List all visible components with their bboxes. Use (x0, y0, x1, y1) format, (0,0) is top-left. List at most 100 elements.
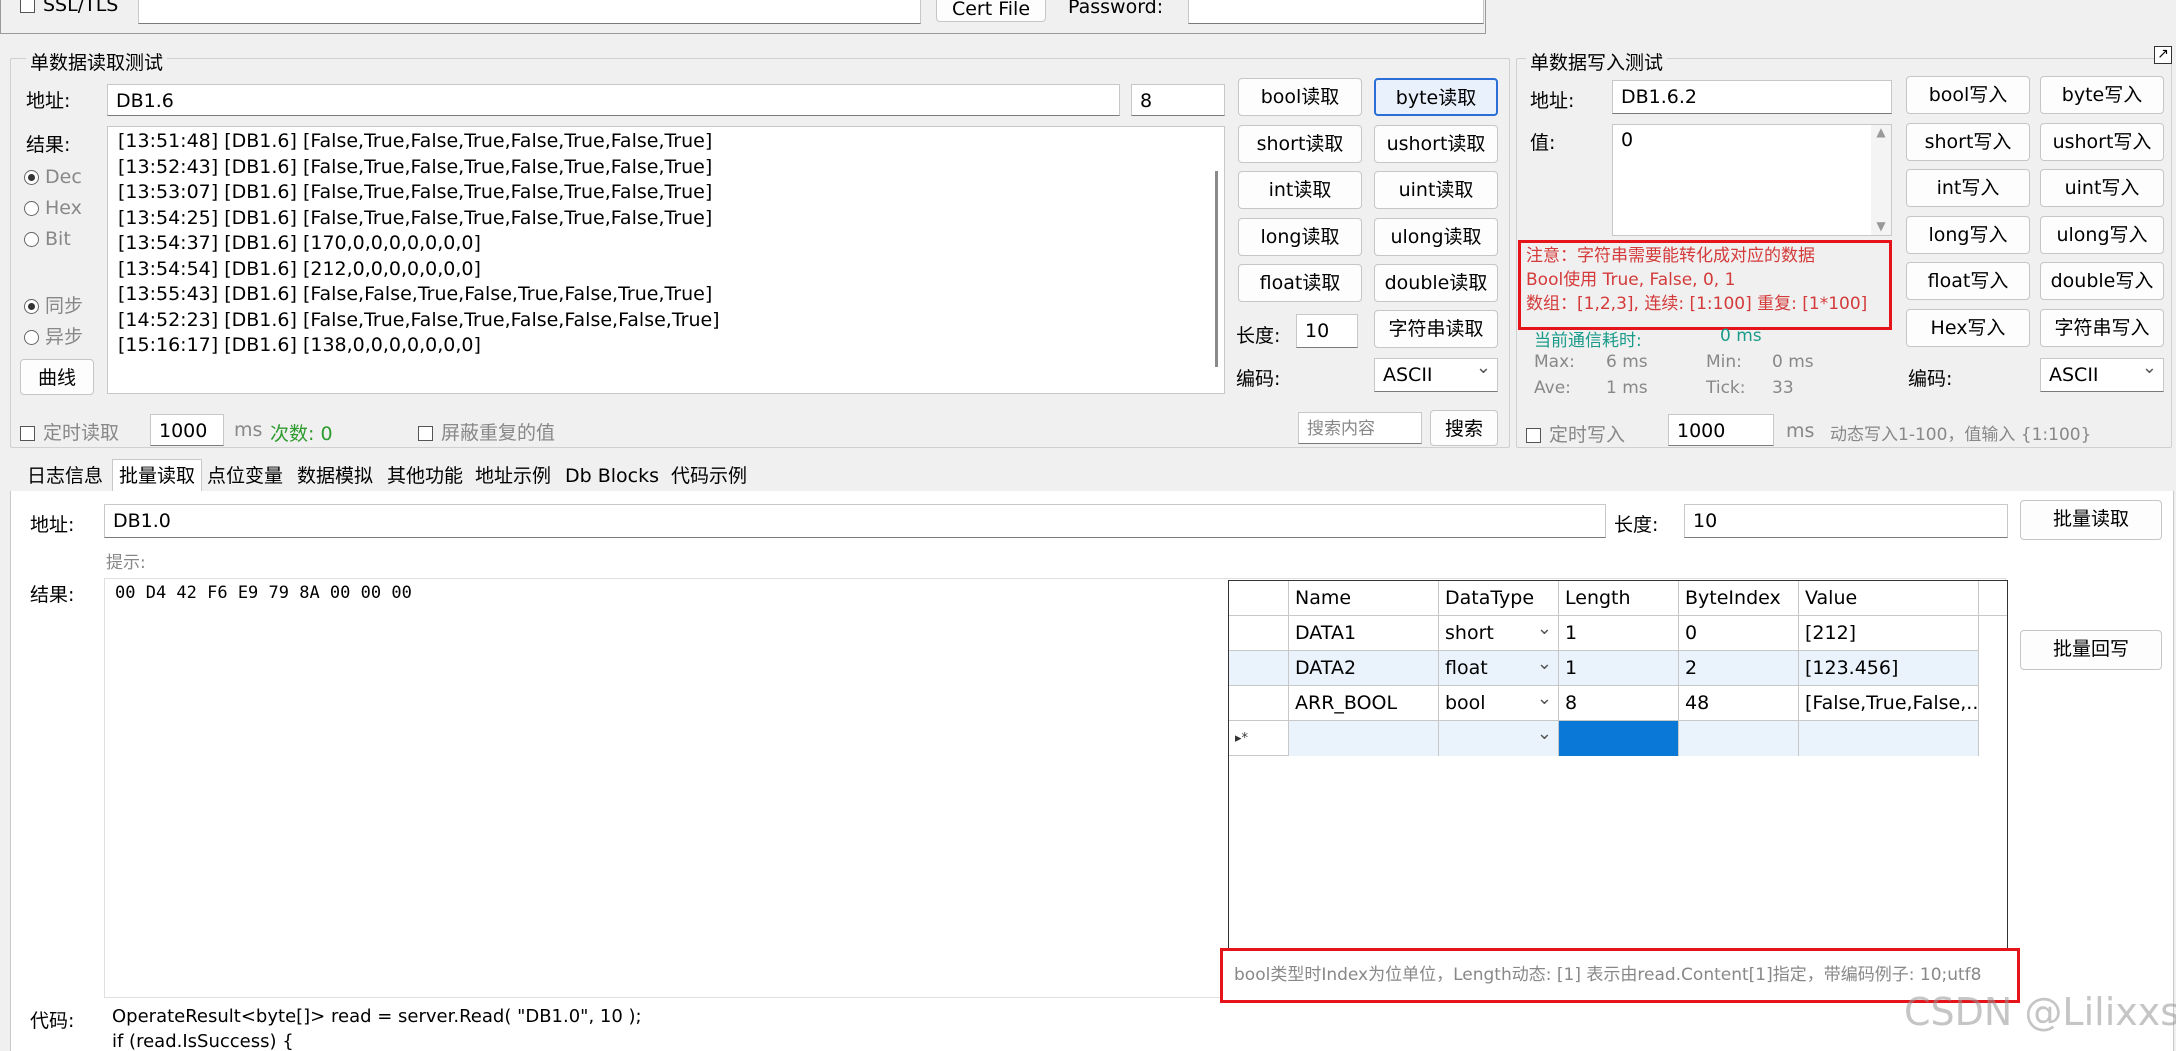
hide-duplicate-checkbox[interactable]: 屏蔽重复的值 (418, 418, 555, 445)
cell-index[interactable]: 0 (1679, 616, 1799, 651)
cell-index[interactable]: 2 (1679, 651, 1799, 686)
batch-length-input[interactable]: 10 (1684, 504, 2008, 538)
cell-type[interactable]: float (1439, 651, 1559, 686)
table-row[interactable]: DATA2float12[123.456] (1229, 651, 1979, 686)
write-bool-button[interactable]: bool写入 (1906, 76, 2030, 114)
radio-async[interactable]: 异步 (24, 322, 83, 349)
search-input[interactable]: 搜索内容 (1298, 412, 1422, 444)
write-long-button[interactable]: long写入 (1906, 215, 2030, 254)
read-length-field[interactable]: 10 (1296, 314, 1358, 348)
write-timer-input[interactable]: 1000 (1668, 414, 1774, 446)
read-bool-button[interactable]: bool读取 (1238, 78, 1362, 116)
cell-name[interactable]: ARR_BOOL (1289, 686, 1439, 721)
new-table-row[interactable]: ▸* (1229, 721, 1979, 756)
write-encoding-select[interactable]: ASCII (2040, 358, 2164, 392)
tab-5[interactable]: 地址示例 (468, 459, 558, 492)
read-address-input[interactable]: DB1.6 (107, 84, 1120, 116)
write-ulong-button[interactable]: ulong写入 (2040, 215, 2164, 254)
read-timer-input[interactable]: 1000 (150, 414, 224, 446)
tab-0[interactable]: 日志信息 (20, 459, 110, 492)
radio-hex[interactable]: Hex (24, 197, 82, 219)
cell-length[interactable]: 1 (1559, 651, 1679, 686)
new-cell-value[interactable] (1799, 721, 1979, 756)
write-string-button[interactable]: 字符串写入 (2040, 308, 2164, 347)
write-value-textarea[interactable]: 0 ▲ ▼ (1612, 124, 1892, 236)
read-double-button[interactable]: double读取 (1374, 264, 1498, 302)
cert-file-button[interactable]: Cert File (936, 0, 1046, 22)
cell-type[interactable]: short (1439, 616, 1559, 651)
password-input[interactable] (1188, 0, 1484, 24)
cell-type[interactable]: bool (1439, 686, 1559, 721)
batch-writeback-button[interactable]: 批量回写 (2020, 630, 2162, 670)
cell-length[interactable]: 1 (1559, 616, 1679, 651)
radio-dec[interactable]: Dec (24, 166, 82, 188)
cell-value[interactable]: [False,True,False,... (1799, 686, 1979, 721)
stats-max-value: 6 ms (1606, 352, 1648, 372)
new-cell-type[interactable] (1439, 721, 1559, 756)
read-byte-button[interactable]: byte读取 (1374, 78, 1498, 116)
ssl-checkbox[interactable]: SSL/TLS (20, 0, 118, 16)
batch-read-button[interactable]: 批量读取 (2020, 500, 2162, 540)
read-ulong-button[interactable]: ulong读取 (1374, 217, 1498, 256)
col-length[interactable]: Length (1559, 581, 1679, 616)
curve-button[interactable]: 曲线 (20, 359, 94, 395)
tab-6[interactable]: Db Blocks (558, 459, 666, 492)
radio-bit-indicator (24, 232, 39, 247)
read-ushort-button[interactable]: ushort读取 (1374, 124, 1498, 163)
col-byteindex[interactable]: ByteIndex (1679, 581, 1799, 616)
new-cell-length[interactable] (1559, 721, 1679, 756)
write-ushort-button[interactable]: ushort写入 (2040, 122, 2164, 161)
stats-tick-label: Tick: (1706, 378, 1746, 398)
read-uint-button[interactable]: uint读取 (1374, 171, 1498, 209)
read-string-button[interactable]: 字符串读取 (1374, 310, 1498, 348)
write-byte-button[interactable]: byte写入 (2040, 76, 2164, 114)
tab-3[interactable]: 数据模拟 (290, 459, 380, 492)
table-row[interactable]: DATA1short10[212] (1229, 616, 1979, 651)
read-short-button[interactable]: short读取 (1238, 124, 1362, 163)
cell-name[interactable]: DATA2 (1289, 651, 1439, 686)
ssl-path-input[interactable] (138, 0, 921, 24)
write-hint: 动态写入1-100，值输入 {1:100} (1830, 425, 2092, 445)
radio-hex-label: Hex (45, 197, 82, 219)
radio-async-label: 异步 (45, 326, 84, 348)
write-value-scrollbar[interactable]: ▲ ▼ (1871, 125, 1891, 235)
read-int-button[interactable]: int读取 (1238, 171, 1362, 209)
new-cell-name[interactable] (1289, 721, 1439, 756)
read-result-log[interactable]: [13:51:48] [DB1.6] [False,True,False,Tru… (107, 126, 1225, 394)
tab-1[interactable]: 批量读取 (112, 459, 203, 492)
write-short-button[interactable]: short写入 (1906, 122, 2030, 161)
tab-2[interactable]: 点位变量 (200, 459, 290, 492)
col-datatype[interactable]: DataType (1439, 581, 1559, 616)
cell-value[interactable]: [123.456] (1799, 651, 1979, 686)
cell-index[interactable]: 48 (1679, 686, 1799, 721)
col-name[interactable]: Name (1289, 581, 1439, 616)
write-address-input[interactable]: DB1.6.2 (1612, 80, 1892, 114)
radio-bit[interactable]: Bit (24, 228, 71, 250)
write-hex-button[interactable]: Hex写入 (1906, 308, 2030, 347)
search-button[interactable]: 搜索 (1430, 410, 1498, 446)
read-length-input[interactable]: 8 (1131, 84, 1225, 116)
tab-4[interactable]: 其他功能 (380, 459, 470, 492)
read-long-button[interactable]: long读取 (1238, 217, 1362, 256)
batch-data-grid[interactable]: Name DataType Length ByteIndex Value DAT… (1228, 580, 2008, 958)
radio-sync[interactable]: 同步 (24, 291, 83, 318)
read-log-scrollbar[interactable] (1215, 171, 1218, 367)
table-row[interactable]: ARR_BOOLbool848[False,True,False,... (1229, 686, 1979, 721)
tab-7[interactable]: 代码示例 (664, 459, 754, 492)
write-int-button[interactable]: int写入 (1906, 169, 2030, 207)
cell-name[interactable]: DATA1 (1289, 616, 1439, 651)
write-uint-button[interactable]: uint写入 (2040, 169, 2164, 207)
write-double-button[interactable]: double写入 (2040, 262, 2164, 300)
new-cell-index[interactable] (1679, 721, 1799, 756)
read-float-button[interactable]: float读取 (1238, 264, 1362, 302)
batch-address-input[interactable]: DB1.0 (104, 504, 1606, 538)
read-encoding-select[interactable]: ASCII (1374, 358, 1498, 392)
cell-length[interactable]: 8 (1559, 686, 1679, 721)
col-value[interactable]: Value (1799, 581, 1979, 616)
log-line: [15:16:17] [DB1.6] [138,0,0,0,0,0,0,0] (118, 334, 481, 356)
cell-value[interactable]: [212] (1799, 616, 1979, 651)
write-float-button[interactable]: float写入 (1906, 262, 2030, 300)
popout-icon[interactable]: ↗ (2154, 46, 2172, 64)
write-timer-checkbox[interactable]: 定时写入 (1526, 420, 1625, 447)
read-timer-checkbox[interactable]: 定时读取 (20, 418, 119, 445)
